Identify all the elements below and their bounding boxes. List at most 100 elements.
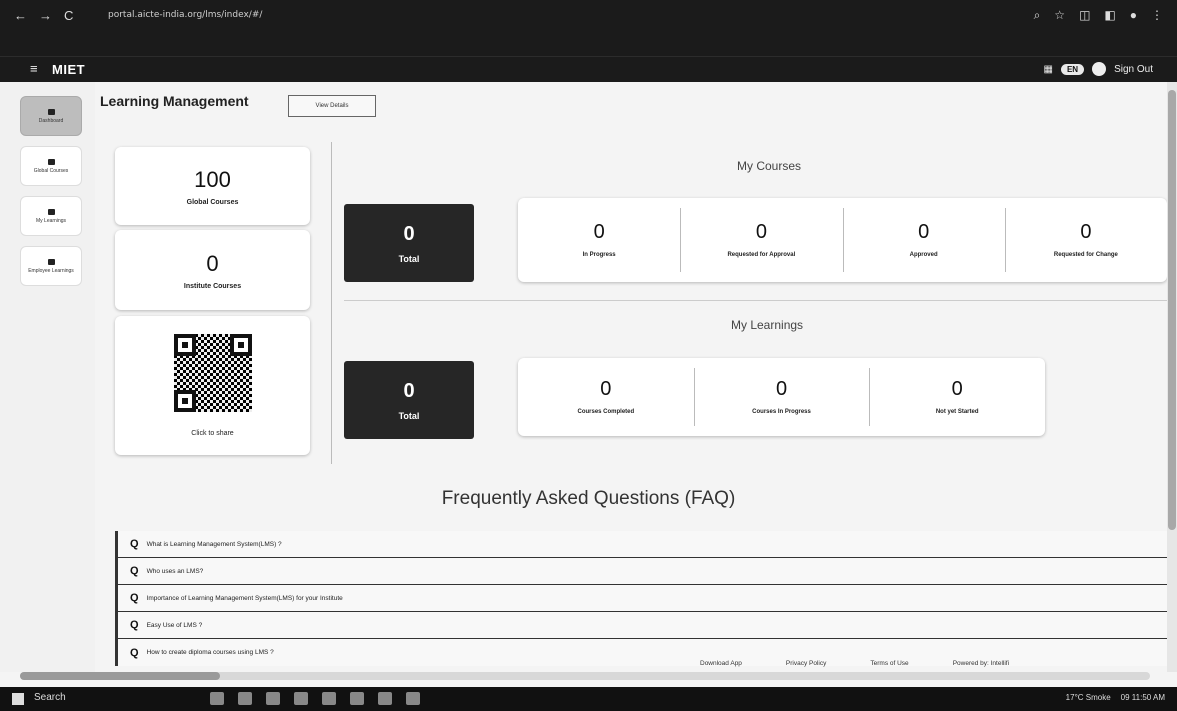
- scroll-thumb[interactable]: [20, 672, 220, 680]
- metric-value: 0: [593, 220, 605, 243]
- faq-question: Easy Use of LMS ?: [146, 621, 203, 629]
- my-learnings-total-value: 0: [403, 379, 415, 402]
- my-courses-total[interactable]: 0 Total: [344, 204, 474, 282]
- metric-requested-approval[interactable]: 0 Requested for Approval: [680, 198, 842, 282]
- metric-label: Requested for Change: [1053, 251, 1118, 258]
- faq-item[interactable]: Q What is Learning Management System(LMS…: [118, 531, 1177, 558]
- sidebar-item-my-learnings[interactable]: My Learnings: [20, 196, 82, 236]
- hamburger-menu-icon[interactable]: ≡: [30, 61, 38, 76]
- forward-icon[interactable]: →: [39, 8, 52, 23]
- back-icon[interactable]: ←: [14, 8, 27, 23]
- metric-label: In Progress: [582, 251, 616, 258]
- sidebar-item-dashboard[interactable]: Dashboard: [20, 96, 82, 136]
- header-actions: ▦ EN Sign Out: [1044, 62, 1153, 76]
- view-details-button[interactable]: View Details: [288, 95, 376, 117]
- app-icon[interactable]: [238, 692, 252, 705]
- global-courses-card[interactable]: 100 Global Courses: [115, 147, 310, 225]
- faq-item[interactable]: Q Importance of Learning Management Syst…: [118, 585, 1177, 612]
- metric-courses-in-progress[interactable]: 0 Courses In Progress: [693, 358, 870, 436]
- metric-not-started[interactable]: 0 Not yet Started: [869, 358, 1045, 436]
- browser-toolbar: ← → C portal.aicte-india.org/lms/index/#…: [0, 0, 1177, 56]
- page-footer: Download App Privacy Policy Terms of Use…: [700, 660, 1009, 667]
- metric-in-progress[interactable]: 0 In Progress: [518, 198, 680, 282]
- os-taskbar: Search 17°C Smoke 09 11:50 AM: [0, 687, 1177, 711]
- dashboard-icon: [47, 108, 55, 115]
- windows-start-icon[interactable]: [12, 693, 24, 705]
- faq-question: What is Learning Management System(LMS) …: [146, 540, 282, 548]
- institute-courses-label: Institute Courses: [183, 282, 242, 290]
- page-title: Learning Management: [100, 93, 249, 109]
- metric-courses-completed[interactable]: 0 Courses Completed: [518, 358, 694, 436]
- question-icon: Q: [130, 592, 139, 604]
- metric-requested-change[interactable]: 0 Requested for Change: [1004, 198, 1167, 282]
- metric-label: Courses Completed: [577, 408, 635, 415]
- sign-out-button[interactable]: Sign Out: [1114, 64, 1153, 75]
- sidebar: Dashboard Global Courses My Learnings Em…: [0, 82, 95, 672]
- metric-value: 0: [600, 377, 612, 400]
- metric-label: Not yet Started: [935, 408, 979, 415]
- app-header: ≡ MIET ▦ EN Sign Out: [0, 56, 1177, 82]
- user-avatar-icon[interactable]: [1092, 62, 1107, 76]
- sidebar-item-employee-learnings[interactable]: Employee Learnings: [20, 246, 82, 286]
- scroll-thumb[interactable]: [1168, 90, 1176, 530]
- my-courses-metrics: 0 In Progress 0 Requested for Approval 0…: [518, 198, 1167, 282]
- star-icon[interactable]: ☆: [1054, 8, 1065, 23]
- employee-icon: [47, 258, 55, 265]
- qr-share-label: Click to share: [191, 430, 234, 437]
- section-divider: [344, 300, 1177, 301]
- sidebar-item-global-courses[interactable]: Global Courses: [20, 146, 82, 186]
- institute-courses-card[interactable]: 0 Institute Courses: [115, 230, 310, 310]
- metric-value: 0: [918, 220, 930, 243]
- my-learnings-title: My Learnings: [731, 318, 804, 332]
- app-icon[interactable]: [266, 692, 280, 705]
- extension-icon[interactable]: ◫: [1079, 8, 1090, 23]
- clock-text[interactable]: 09 11:50 AM: [1121, 693, 1165, 702]
- language-toggle[interactable]: EN: [1060, 63, 1085, 75]
- taskbar-search[interactable]: Search: [34, 692, 66, 703]
- grid-icon[interactable]: ▦: [1044, 64, 1053, 75]
- faq-item[interactable]: Q Who uses an LMS?: [118, 558, 1177, 585]
- more-icon[interactable]: ⋮: [1151, 8, 1163, 23]
- sidebar-item-label: Global Courses: [33, 167, 69, 174]
- terms-link[interactable]: Terms of Use: [870, 660, 908, 667]
- global-courses-count: 100: [194, 166, 231, 192]
- app-icon[interactable]: [294, 692, 308, 705]
- app-icon[interactable]: [210, 692, 224, 705]
- faq-item[interactable]: Q How to create diploma courses using LM…: [118, 639, 1177, 666]
- metric-value: 0: [775, 377, 788, 400]
- sidebar-item-label: Employee Learnings: [28, 267, 74, 274]
- global-courses-label: Global Courses: [186, 198, 239, 206]
- learning-icon: [47, 208, 55, 215]
- sidebar-icon[interactable]: ◧: [1104, 8, 1115, 23]
- address-bar[interactable]: portal.aicte-india.org/lms/index/#/: [108, 10, 262, 20]
- metric-approved[interactable]: 0 Approved: [842, 198, 1005, 282]
- qr-share-card[interactable]: Click to share: [115, 316, 310, 455]
- privacy-policy-link[interactable]: Privacy Policy: [786, 660, 826, 667]
- reload-icon[interactable]: C: [64, 8, 73, 23]
- taskbar-apps: [210, 692, 420, 705]
- browser-actions: ⌕ ☆ ◫ ◧ ● ⋮: [1034, 8, 1163, 23]
- faq-question: Who uses an LMS?: [146, 567, 204, 575]
- faq-question: Importance of Learning Management System…: [146, 594, 343, 602]
- faq-question: How to create diploma courses using LMS …: [146, 649, 274, 656]
- app-icon[interactable]: [378, 692, 392, 705]
- metric-label: Approved: [909, 251, 938, 258]
- sidebar-item-label: Dashboard: [38, 117, 64, 124]
- metric-label: Courses In Progress: [752, 408, 811, 415]
- my-courses-total-value: 0: [403, 222, 415, 245]
- app-icon[interactable]: [350, 692, 364, 705]
- horizontal-scrollbar[interactable]: [20, 672, 1150, 680]
- vertical-scrollbar[interactable]: [1167, 82, 1177, 672]
- metric-value: 0: [951, 377, 963, 400]
- app-icon[interactable]: [322, 692, 336, 705]
- app-icon[interactable]: [406, 692, 420, 705]
- profile-icon[interactable]: ●: [1130, 8, 1137, 23]
- weather-text[interactable]: 17°C Smoke: [1066, 693, 1111, 702]
- my-learnings-total[interactable]: 0 Total: [344, 361, 474, 439]
- faq-item[interactable]: Q Easy Use of LMS ?: [118, 612, 1177, 639]
- question-icon: Q: [130, 538, 139, 550]
- sidebar-item-label: My Learnings: [35, 217, 66, 224]
- search-icon[interactable]: ⌕: [1034, 8, 1041, 23]
- download-app-link[interactable]: Download App: [700, 660, 742, 667]
- my-courses-total-label: Total: [398, 253, 420, 264]
